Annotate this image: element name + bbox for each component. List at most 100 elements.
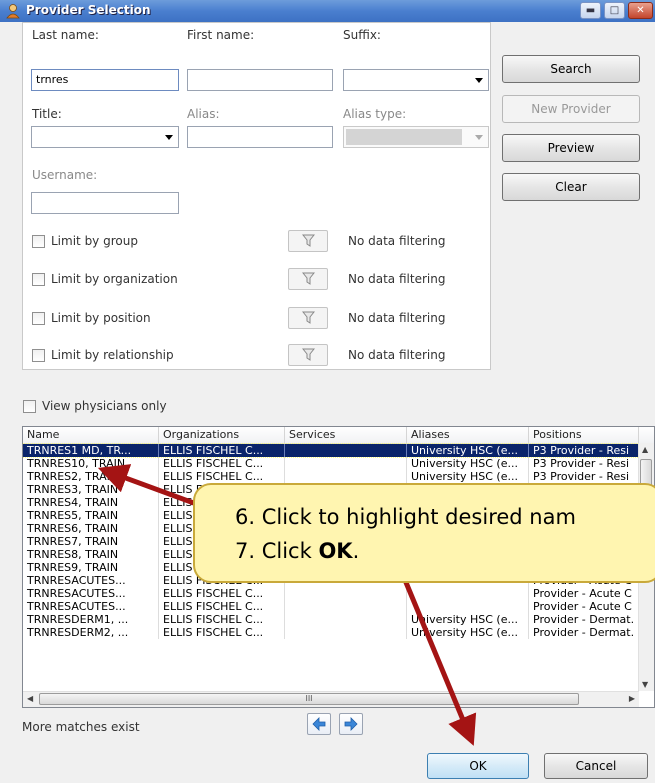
filter-status: No data filtering: [348, 311, 446, 325]
username-field[interactable]: [31, 192, 179, 214]
minimize-icon: ▬: [585, 5, 596, 16]
column-header-services[interactable]: Services: [285, 427, 407, 443]
cell-aliases: University HSC (e...: [407, 444, 529, 457]
suffix-select[interactable]: [343, 69, 489, 91]
horizontal-scroll-thumb[interactable]: III: [39, 693, 579, 705]
filter-status: No data filtering: [348, 272, 446, 286]
filter-label: Limit by group: [51, 234, 138, 248]
close-button[interactable]: ✕: [628, 2, 653, 19]
cell-name: TRNRES8, TRAIN: [23, 548, 159, 561]
search-button[interactable]: Search: [502, 55, 640, 83]
cell-name: TRNRESACUTES...: [23, 574, 159, 587]
limit-by-group-checkbox[interactable]: [32, 235, 45, 248]
column-header-name[interactable]: Name: [23, 427, 159, 443]
maximize-button[interactable]: □: [604, 2, 625, 19]
group-filter-button[interactable]: [288, 230, 328, 252]
organization-filter-button[interactable]: [288, 268, 328, 290]
limit-by-relationship-checkbox[interactable]: [32, 349, 45, 362]
table-row[interactable]: TRNRESACUTES...ELLIS FISCHEL C... Provide…: [23, 600, 639, 613]
cell-services: [285, 600, 407, 613]
table-row[interactable]: TRNRESDERM2, ... ELLIS FISCHEL C... Univer…: [23, 626, 639, 639]
scroll-down-icon[interactable]: ▼: [642, 680, 648, 689]
cell-organizations: ELLIS FISCHEL C...: [159, 600, 285, 613]
cell-services: [285, 444, 407, 457]
first-name-field[interactable]: [187, 69, 333, 91]
table-row[interactable]: TRNRES1 MD, TR... ELLIS FISCHEL C... Unive…: [23, 443, 640, 458]
previous-page-button[interactable]: [307, 713, 331, 735]
filter-label: Limit by relationship: [51, 348, 174, 362]
search-criteria-panel: Last name: trnres First name: Suffix: Ti…: [22, 22, 491, 370]
cancel-button[interactable]: Cancel: [544, 753, 648, 779]
chevron-down-icon: [475, 78, 483, 83]
callout-step-7-suffix: .: [352, 539, 360, 563]
cell-organizations: ELLIS FISCHEL C...: [159, 626, 285, 639]
filter-label: Limit by organization: [51, 272, 178, 286]
alias-type-select: [343, 126, 489, 148]
column-header-organizations[interactable]: Organizations: [159, 427, 285, 443]
cell-aliases: [407, 600, 529, 613]
callout-step-7: 7. Click OK.: [235, 539, 359, 563]
cell-name: TRNRESDERM2, ...: [23, 626, 159, 639]
arrow-right-icon: [344, 717, 358, 731]
chevron-down-icon: [165, 135, 173, 140]
cell-name: TRNRES3, TRAIN: [23, 483, 159, 496]
cell-aliases: University HSC (e...: [407, 470, 529, 483]
provider-selection-dialog: Last name: trnres First name: Suffix: Ti…: [0, 22, 655, 783]
table-row[interactable]: TRNRESACUTES...ELLIS FISCHEL C... Provide…: [23, 587, 639, 600]
limit-by-position-checkbox[interactable]: [32, 312, 45, 325]
table-row[interactable]: TRNRES2, TRAIN ELLIS FISCHEL C... Universi…: [23, 470, 639, 483]
cell-name: TRNRES10, TRAIN: [23, 457, 159, 470]
title-label: Title:: [32, 107, 62, 121]
cell-name: TRNRES6, TRAIN: [23, 522, 159, 535]
scroll-right-icon[interactable]: ▶: [629, 694, 635, 703]
minimize-button[interactable]: ▬: [580, 2, 601, 19]
next-page-button[interactable]: [339, 713, 363, 735]
cell-positions: P3 Provider - Resi: [529, 470, 639, 483]
cell-services: [285, 587, 407, 600]
clear-button[interactable]: Clear: [502, 173, 640, 201]
suffix-label: Suffix:: [343, 28, 381, 42]
last-name-label: Last name:: [32, 28, 99, 42]
preview-button[interactable]: Preview: [502, 134, 640, 162]
relationship-filter-button[interactable]: [288, 344, 328, 366]
cell-name: TRNRES9, TRAIN: [23, 561, 159, 574]
scroll-left-icon[interactable]: ◀: [27, 694, 33, 703]
alias-type-label: Alias type:: [343, 107, 407, 121]
cell-services: [285, 470, 407, 483]
horizontal-scrollbar[interactable]: ◀ III ▶: [23, 691, 639, 707]
username-label: Username:: [32, 168, 98, 182]
more-matches-text: More matches exist: [22, 720, 140, 734]
cell-name: TRNRESACUTES...: [23, 600, 159, 613]
cell-organizations: ELLIS FISCHEL C...: [159, 470, 285, 483]
cell-positions: P3 Provider - Resi: [529, 457, 639, 470]
column-header-positions[interactable]: Positions: [529, 427, 639, 443]
cell-positions: Provider - Acute C: [529, 600, 639, 613]
alias-field[interactable]: [187, 126, 333, 148]
last-name-field[interactable]: trnres: [31, 69, 179, 91]
funnel-icon: [302, 272, 315, 285]
scroll-up-icon[interactable]: ▲: [642, 445, 648, 454]
filter-status: No data filtering: [348, 234, 446, 248]
cell-name: TRNRES1 MD, TR...: [23, 444, 159, 457]
chevron-down-icon: [475, 135, 483, 140]
cell-positions: P3 Provider - Resi: [529, 444, 639, 457]
filter-status: No data filtering: [348, 348, 446, 362]
callout-step-7-prefix: 7. Click: [235, 539, 319, 563]
table-row[interactable]: TRNRESDERM1, ... ELLIS FISCHEL C... Univer…: [23, 613, 639, 626]
position-filter-button[interactable]: [288, 307, 328, 329]
cell-services: [285, 613, 407, 626]
ok-button[interactable]: OK: [427, 753, 529, 779]
close-icon: ✕: [636, 5, 645, 16]
title-select[interactable]: [31, 126, 179, 148]
cell-name: TRNRESDERM1, ...: [23, 613, 159, 626]
filter-label: Limit by position: [51, 311, 151, 325]
cell-name: TRNRES4, TRAIN: [23, 496, 159, 509]
first-name-label: First name:: [187, 28, 255, 42]
cell-services: [285, 457, 407, 470]
window-title: Provider Selection: [26, 3, 151, 17]
cell-name: TRNRESACUTES...: [23, 587, 159, 600]
column-header-aliases[interactable]: Aliases: [407, 427, 529, 443]
view-physicians-only-checkbox[interactable]: [23, 400, 36, 413]
table-row[interactable]: TRNRES10, TRAIN ELLIS FISCHEL C... Univers…: [23, 457, 639, 470]
limit-by-organization-checkbox[interactable]: [32, 273, 45, 286]
